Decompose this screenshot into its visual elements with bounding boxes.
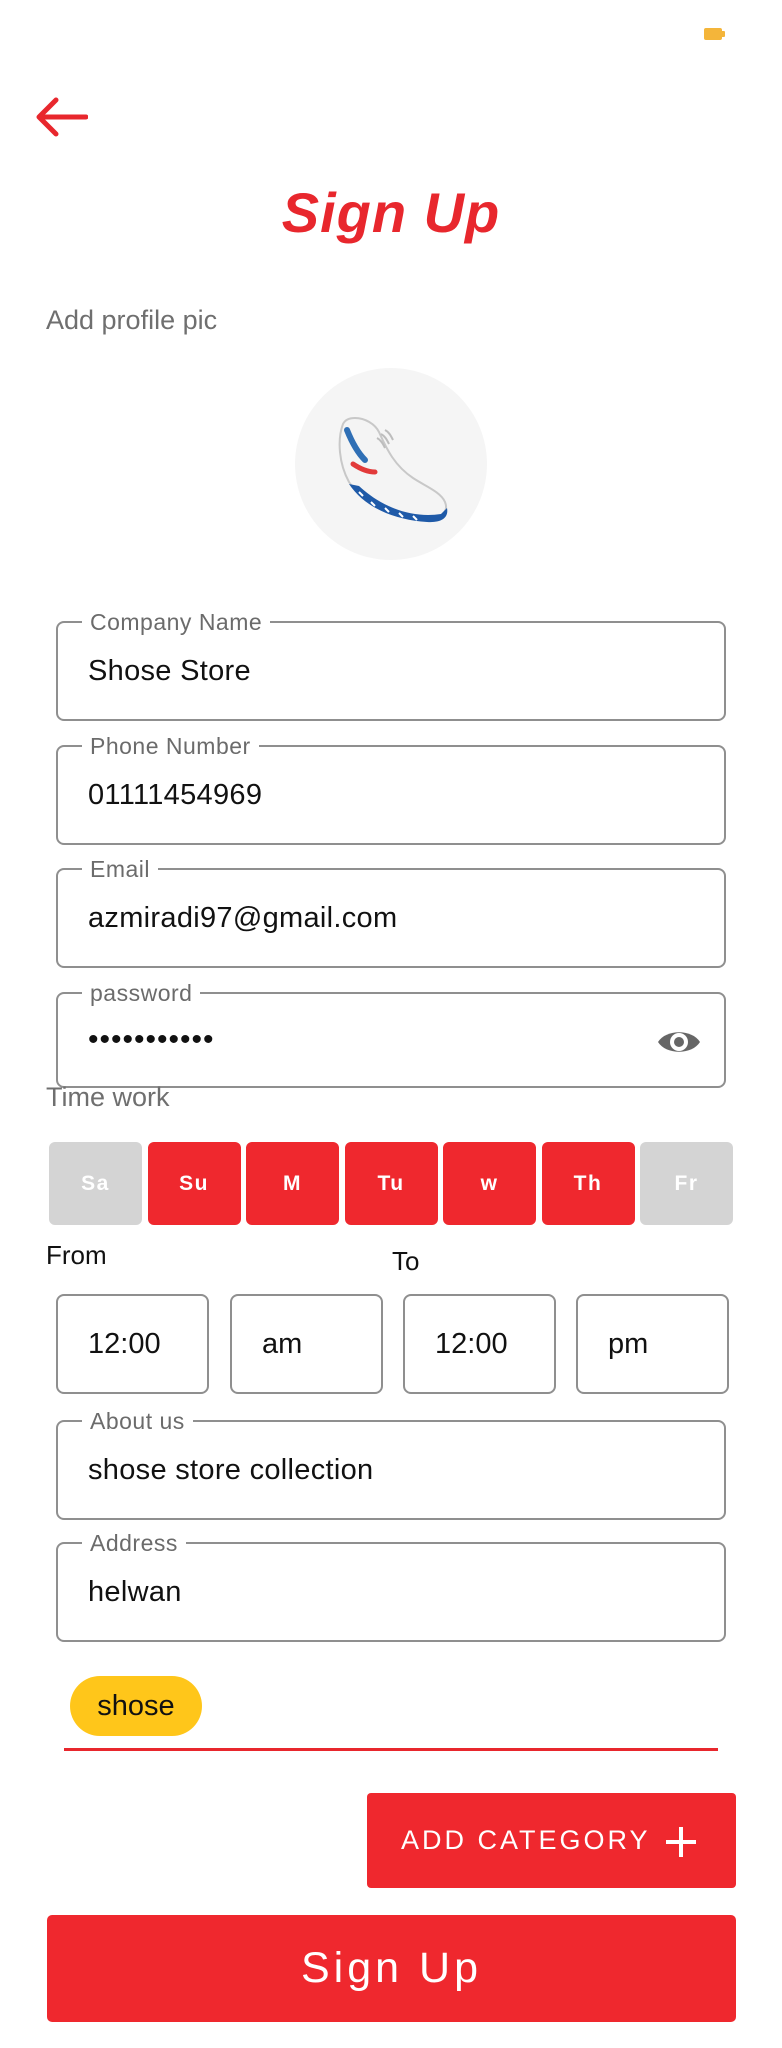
profile-pic-label: Add profile pic <box>46 305 218 335</box>
day-toggle-th[interactable]: Th <box>541 1142 635 1225</box>
email-field[interactable]: Email azmiradi97@gmail.com <box>56 855 726 968</box>
day-toggle-w[interactable]: w <box>443 1142 536 1225</box>
address-value: helwan <box>88 1575 182 1608</box>
day-toggle-tu[interactable]: Tu <box>344 1142 438 1225</box>
email-value: azmiradi97@gmail.com <box>88 901 398 934</box>
phone-number-field[interactable]: Phone Number 01111454969 <box>56 732 726 845</box>
category-chip[interactable]: shose <box>70 1676 202 1736</box>
company-name-field[interactable]: Company Name Shose Store <box>56 608 726 721</box>
add-category-label: ADD CATEGORY <box>401 1825 651 1855</box>
page-title: Sign Up <box>281 181 501 244</box>
from-time-input[interactable]: 12:00 <box>56 1294 209 1394</box>
address-field[interactable]: Address helwan <box>56 1529 726 1642</box>
from-label: From <box>46 1240 107 1270</box>
eye-icon[interactable] <box>656 1024 702 1060</box>
phone-number-value: 01111454969 <box>88 778 263 811</box>
workday-selector: Sa Su M Tu w Th Fr <box>49 1142 733 1225</box>
category-input-underline <box>64 1748 718 1751</box>
sneaker-photo <box>338 416 448 523</box>
day-toggle-su[interactable]: Su <box>147 1142 241 1225</box>
about-us-value: shose store collection <box>88 1453 374 1486</box>
from-period-input[interactable]: am <box>230 1294 383 1394</box>
day-toggle-m[interactable]: M <box>246 1142 339 1225</box>
add-category-button[interactable]: ADD CATEGORY <box>367 1793 736 1888</box>
plus-icon <box>666 1827 696 1857</box>
day-toggle-fr[interactable]: Fr <box>640 1142 733 1225</box>
arrow-left-icon <box>36 97 88 137</box>
profile-pic-button[interactable] <box>295 368 487 560</box>
back-button[interactable] <box>34 92 96 142</box>
battery-icon <box>704 28 725 40</box>
to-label: To <box>392 1246 420 1276</box>
password-value: ••••••••••• <box>88 1023 215 1056</box>
sign-up-button[interactable]: Sign Up <box>47 1915 736 2022</box>
time-work-label: Time work <box>46 1082 170 1112</box>
to-time-input[interactable]: 12:00 <box>403 1294 556 1394</box>
password-field[interactable]: password ••••••••••• <box>56 979 726 1088</box>
to-period-input[interactable]: pm <box>576 1294 729 1394</box>
company-name-value: Shose Store <box>88 654 251 687</box>
about-us-field[interactable]: About us shose store collection <box>56 1407 726 1520</box>
day-toggle-sa[interactable]: Sa <box>49 1142 142 1225</box>
